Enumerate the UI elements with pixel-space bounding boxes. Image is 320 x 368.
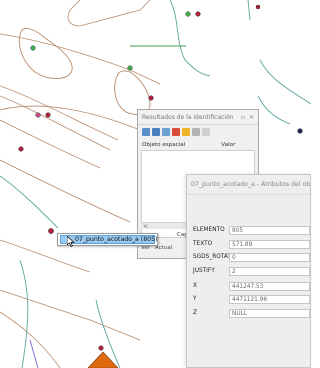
attribute-window-title[interactable]: 07_punto_acotado_a - Atributos del objet…	[187, 175, 310, 195]
identify-panel-titlebar[interactable]: Resultados de la identificación ▫ ✕	[138, 110, 258, 125]
point-marker-green[interactable]	[185, 11, 191, 17]
field-label: JUSTIFY	[193, 268, 215, 274]
point-marker-red[interactable]	[148, 95, 154, 101]
column-header[interactable]: Objeto espacial	[142, 142, 185, 148]
road-outline	[0, 105, 141, 131]
orange-triangle-marker[interactable]	[87, 351, 119, 368]
point-marker-red[interactable]	[195, 11, 201, 17]
contour-line	[169, 0, 211, 77]
field-label: Z	[193, 310, 197, 316]
point-marker-green[interactable]	[30, 45, 36, 51]
contour-line	[257, 95, 291, 125]
purple-line	[29, 339, 39, 368]
point-marker-red[interactable]	[48, 228, 54, 234]
contour-line	[19, 259, 29, 368]
road-outline	[0, 85, 119, 141]
field-value[interactable]: 571.89	[229, 239, 310, 249]
field-value[interactable]: NULL	[229, 308, 310, 318]
attribute-row: Z NULL	[193, 308, 310, 318]
point-marker-red[interactable]	[45, 112, 51, 118]
field-value[interactable]: 805	[229, 225, 310, 235]
expand-tree-icon[interactable]	[142, 128, 150, 136]
print-icon[interactable]	[192, 128, 200, 136]
road-outline	[0, 119, 101, 169]
identify-panel-title: Resultados de la identificación	[142, 113, 234, 121]
point-marker-pink[interactable]	[35, 112, 41, 118]
point-marker-red[interactable]	[98, 345, 104, 351]
field-label: X	[193, 283, 197, 289]
field-value[interactable]: 0	[229, 252, 310, 262]
attribute-row: Y 4471121.96	[193, 294, 310, 304]
field-value[interactable]: 441247.53	[229, 281, 310, 291]
float-icon[interactable]: ▫	[241, 114, 245, 121]
road-outline	[0, 95, 111, 151]
mouse-cursor-icon	[67, 236, 75, 247]
identify-toolbar	[138, 125, 258, 139]
attribute-row: X 441247.53	[193, 281, 310, 291]
field-value[interactable]: 2	[229, 266, 310, 276]
point-marker-green[interactable]	[127, 65, 133, 71]
contour-line	[0, 175, 59, 229]
results-column-headers: Objeto espacial Valor	[138, 139, 258, 150]
collapse-tree-icon[interactable]	[152, 128, 160, 136]
column-header[interactable]: Valor	[221, 142, 235, 148]
road-loop	[114, 70, 151, 115]
settings-icon[interactable]	[202, 128, 210, 136]
attribute-row: TEXTO 571.89	[193, 239, 310, 249]
point-marker-red[interactable]	[18, 146, 24, 152]
field-value[interactable]: 4471121.96	[229, 294, 310, 304]
road-outline	[0, 289, 141, 341]
point-marker-navy[interactable]	[297, 128, 303, 134]
field-label: ELEMENTO	[193, 227, 225, 233]
contour-line	[247, 0, 251, 21]
point-marker-red[interactable]	[255, 4, 261, 10]
attribute-form-window: 07_punto_acotado_a - Atributos del objet…	[186, 174, 311, 368]
copy-feature-icon[interactable]	[182, 128, 190, 136]
road-outline	[67, 0, 151, 27]
close-icon[interactable]: ✕	[249, 114, 254, 121]
scroll-left-icon[interactable]: <	[143, 223, 148, 230]
contour-line	[259, 59, 311, 105]
field-label: SGDS_ROTAT	[193, 254, 231, 260]
field-label: Y	[193, 296, 197, 302]
attribute-row: SGDS_ROTAT 0	[193, 252, 310, 262]
road-loop	[18, 27, 73, 79]
attribute-row: JUSTIFY 2	[193, 266, 310, 276]
clear-results-icon[interactable]	[172, 128, 180, 136]
attribute-row: ELEMENTO 805	[193, 225, 310, 235]
expand-new-icon[interactable]	[162, 128, 170, 136]
field-label: TEXTO	[193, 241, 213, 247]
